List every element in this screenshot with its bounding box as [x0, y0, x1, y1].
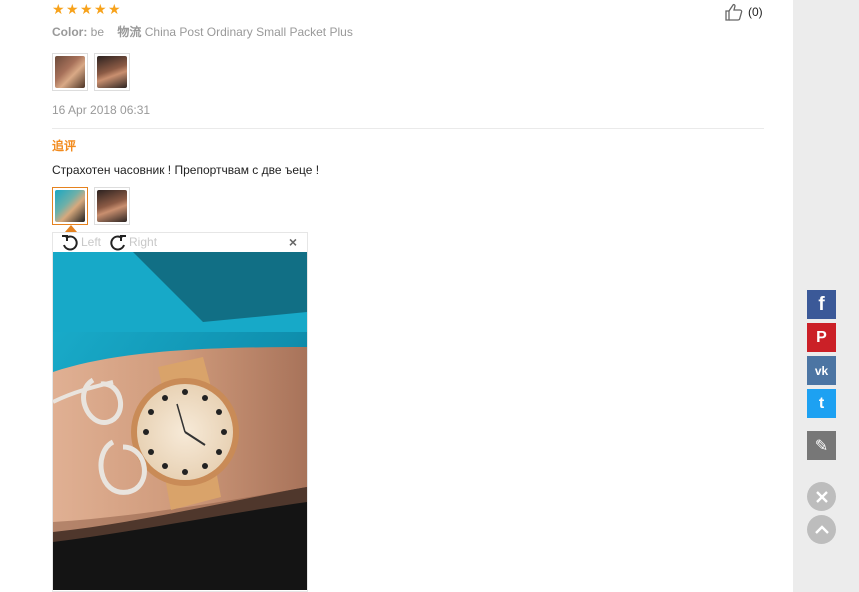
star-icon: ★ — [52, 1, 65, 17]
back-to-top-button[interactable] — [807, 515, 836, 544]
review-item: ★ ★ ★ ★ ★ (0) Color: be 物流 China Post Or… — [0, 0, 793, 592]
followup-photo-thumb[interactable] — [94, 187, 130, 225]
rotate-left-icon — [62, 234, 78, 250]
rotate-right-label: Right — [129, 235, 158, 249]
logistics-value: China Post Ordinary Small Packet Plus — [144, 25, 353, 39]
divider — [52, 128, 764, 129]
chevron-up-icon — [814, 524, 829, 534]
followup-label: 追评 — [52, 139, 77, 153]
review-date: 16 Apr 2018 06:31 — [52, 103, 151, 117]
selected-thumb-pointer — [65, 225, 77, 232]
share-pinterest-button[interactable]: P — [807, 323, 836, 352]
star-icon: ★ — [108, 1, 121, 17]
thumbs-up-icon — [725, 3, 743, 21]
logistics-label: 物流 — [117, 25, 142, 39]
viewer-close-button[interactable]: × — [289, 234, 297, 250]
color-label: Color: — [52, 25, 88, 39]
photo-viewer: Left Right × — [52, 232, 308, 592]
color-value: be — [90, 25, 105, 39]
helpful-button[interactable]: (0) — [724, 3, 763, 21]
order-info: Color: be 物流 China Post Ordinary Small P… — [52, 23, 363, 40]
rotate-right-button[interactable]: Right — [109, 234, 157, 251]
close-panel-button[interactable] — [807, 482, 836, 511]
rating-stars: ★ ★ ★ ★ ★ — [52, 1, 121, 17]
review-photos — [52, 53, 130, 91]
share-vk-button[interactable]: vk — [807, 356, 836, 385]
share-twitter-button[interactable]: t — [807, 389, 836, 418]
followup-text: Страхотен часовник ! Препортчвам с две ъ… — [52, 163, 320, 177]
close-icon — [815, 490, 828, 503]
rotate-left-button[interactable]: Left — [61, 234, 101, 251]
star-icon: ★ — [66, 1, 79, 17]
star-icon: ★ — [80, 1, 93, 17]
followup-photos — [52, 187, 130, 225]
rotate-left-label: Left — [81, 235, 102, 249]
viewer-toolbar: Left Right × — [53, 233, 307, 251]
review-photo-thumb[interactable] — [52, 53, 88, 91]
edit-button[interactable]: ✎ — [807, 431, 836, 460]
share-facebook-button[interactable]: f — [807, 290, 836, 319]
watch-on-wrist-photo — [53, 252, 307, 590]
rotate-right-icon — [110, 234, 127, 250]
review-photo-thumb[interactable] — [94, 53, 130, 91]
star-icon: ★ — [94, 1, 107, 17]
helpful-count: (0) — [748, 5, 763, 19]
review-photo-large — [53, 252, 307, 590]
followup-photo-thumb-selected[interactable] — [52, 187, 88, 225]
